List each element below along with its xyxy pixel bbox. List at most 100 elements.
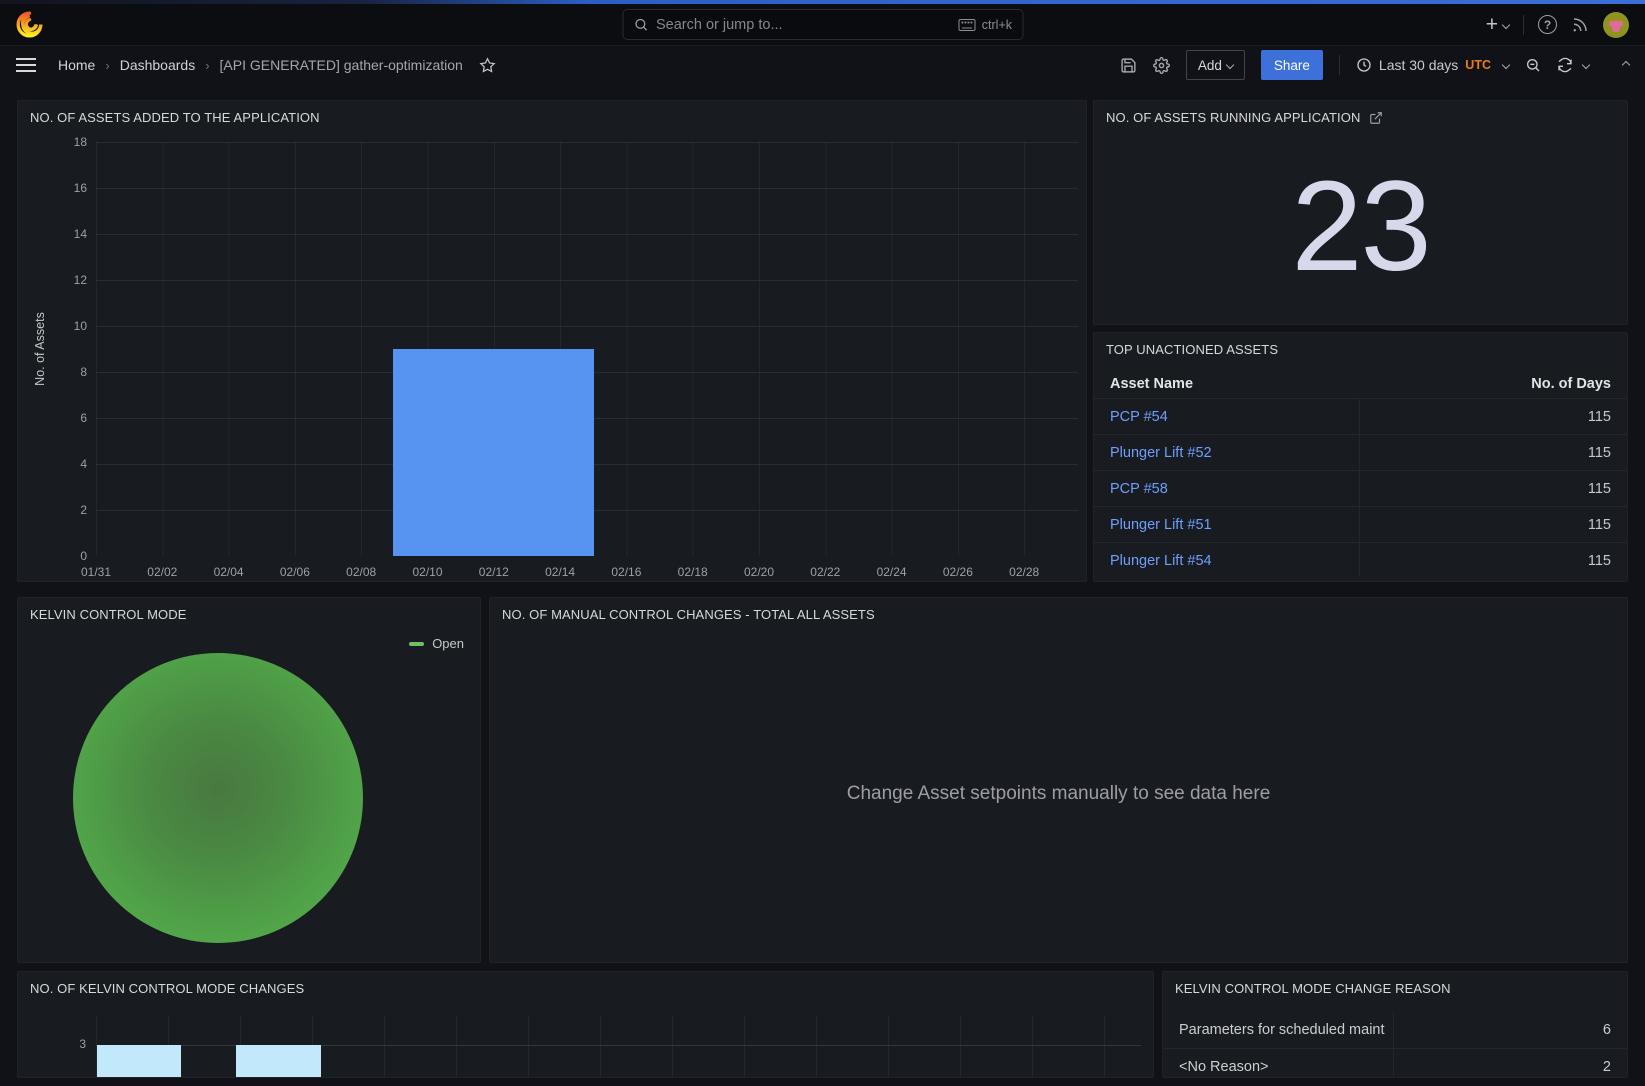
reason-label: <No Reason> — [1179, 1059, 1268, 1075]
x-tick: 02/28 — [1009, 565, 1039, 579]
bar-assets-added[interactable] — [393, 349, 594, 556]
x-tick: 01/31 — [81, 565, 111, 579]
legend-item-open[interactable]: Open — [409, 636, 464, 651]
panel-title[interactable]: KELVIN CONTROL MODE — [30, 607, 186, 622]
x-tick: 02/26 — [943, 565, 973, 579]
table-row: Plunger Lift #51 115 — [1094, 506, 1627, 542]
panel-title[interactable]: KELVIN CONTROL MODE CHANGE REASON — [1175, 981, 1451, 996]
x-tick: 02/18 — [678, 565, 708, 579]
bar-mode-changes[interactable] — [236, 1045, 321, 1077]
refresh-interval-chevron[interactable] — [1582, 61, 1590, 69]
table-row: <No Reason> 2 — [1163, 1048, 1627, 1078]
clock-icon — [1356, 57, 1372, 73]
bar-chart-plot: 18 16 14 12 10 8 6 4 2 0 01/31 02/02 02/… — [96, 142, 1078, 556]
y-tick: 16 — [74, 181, 87, 195]
legend-color-swatch — [409, 642, 424, 646]
days-value: 115 — [1588, 445, 1611, 461]
asset-link[interactable]: Plunger Lift #54 — [1110, 553, 1212, 569]
panel-kelvin-control-mode: KELVIN CONTROL MODE Open — [17, 597, 481, 963]
y-tick: 12 — [74, 273, 87, 287]
search-icon — [633, 17, 648, 32]
breadcrumb: Home › Dashboards › [API GENERATED] gath… — [58, 57, 496, 74]
legend-label: Open — [432, 636, 464, 651]
y-tick: 8 — [80, 365, 87, 379]
x-tick: 02/12 — [479, 565, 509, 579]
new-button[interactable]: + — [1486, 13, 1509, 37]
nav-divider — [1523, 15, 1524, 35]
search-shortcut-label: ctrl+k — [982, 18, 1012, 32]
panel-title[interactable]: NO. OF ASSETS RUNNING APPLICATION — [1106, 110, 1383, 125]
reason-count: 6 — [1603, 1022, 1611, 1038]
panel-title[interactable]: TOP UNACTIONED ASSETS — [1106, 342, 1278, 357]
y-tick: 4 — [80, 457, 87, 471]
panel-kelvin-mode-changes: NO. OF KELVIN CONTROL MODE CHANGES 3 — [17, 971, 1154, 1078]
breadcrumb-dashboards[interactable]: Dashboards — [120, 57, 196, 73]
y-tick: 18 — [74, 135, 87, 149]
star-icon[interactable] — [479, 57, 496, 74]
table-body: Parameters for scheduled maint 6 <No Rea… — [1163, 1012, 1627, 1078]
panel-change-reason: KELVIN CONTROL MODE CHANGE REASON Parame… — [1162, 971, 1628, 1078]
table-row: Parameters for scheduled maint 6 — [1163, 1012, 1627, 1048]
table-row: PCP #58 115 — [1094, 470, 1627, 506]
y-tick: 3 — [79, 1037, 86, 1051]
avatar-figure — [1609, 21, 1623, 26]
x-tick: 02/24 — [877, 565, 907, 579]
dashboard-toolbar: Home › Dashboards › [API GENERATED] gath… — [0, 46, 1645, 84]
news-icon[interactable] — [1571, 16, 1589, 34]
pie-chart-open-slice[interactable] — [73, 653, 363, 943]
bar-mode-changes[interactable] — [97, 1045, 181, 1077]
refresh-icon[interactable] — [1557, 57, 1573, 73]
table-row: Plunger Lift #52 115 — [1094, 434, 1627, 470]
days-value: 115 — [1588, 553, 1611, 569]
days-value: 115 — [1588, 517, 1611, 533]
table-row: PCP #54 115 — [1094, 398, 1627, 434]
zoom-out-icon[interactable] — [1525, 57, 1541, 73]
x-tick: 02/16 — [611, 565, 641, 579]
table-header: Asset Name No. of Days — [1094, 369, 1627, 398]
top-navbar: ctrl+k + ? — [0, 4, 1645, 46]
asset-link[interactable]: Plunger Lift #51 — [1110, 517, 1212, 533]
panel-title[interactable]: NO. OF ASSETS ADDED TO THE APPLICATION — [30, 110, 320, 125]
user-avatar[interactable] — [1603, 12, 1629, 38]
x-tick: 02/20 — [744, 565, 774, 579]
x-tick: 02/08 — [346, 565, 376, 579]
breadcrumb-current: [API GENERATED] gather-optimization — [220, 57, 463, 73]
external-link-icon[interactable] — [1369, 111, 1383, 125]
asset-link[interactable]: PCP #58 — [1110, 481, 1168, 497]
search-input[interactable] — [656, 17, 951, 33]
help-icon[interactable]: ? — [1538, 15, 1557, 34]
reason-label: Parameters for scheduled maint — [1179, 1022, 1385, 1038]
table-body: PCP #54 115 Plunger Lift #52 115 PCP #58… — [1094, 398, 1627, 578]
keyboard-icon — [959, 19, 976, 31]
asset-link[interactable]: PCP #54 — [1110, 409, 1168, 425]
stat-value: 23 — [1094, 139, 1627, 314]
global-search: ctrl+k — [622, 9, 1023, 40]
panel-assets-running: NO. OF ASSETS RUNNING APPLICATION 23 — [1093, 100, 1628, 325]
no-data-message: Change Asset setpoints manually to see d… — [490, 598, 1627, 962]
column-no-of-days[interactable]: No. of Days — [1531, 376, 1611, 392]
days-value: 115 — [1588, 409, 1611, 425]
x-tick: 02/22 — [810, 565, 840, 579]
panel-title-text: NO. OF ASSETS RUNNING APPLICATION — [1106, 110, 1360, 125]
asset-link[interactable]: Plunger Lift #52 — [1110, 445, 1212, 461]
x-tick: 02/06 — [280, 565, 310, 579]
y-tick: 6 — [80, 411, 87, 425]
menu-icon[interactable] — [16, 58, 36, 72]
share-button[interactable]: Share — [1261, 50, 1323, 80]
add-button[interactable]: Add — [1186, 50, 1245, 80]
breadcrumb-separator: › — [105, 58, 109, 73]
gear-icon[interactable] — [1153, 57, 1170, 74]
save-icon[interactable] — [1120, 57, 1137, 74]
x-tick: 02/02 — [147, 565, 177, 579]
y-tick: 10 — [74, 319, 87, 333]
days-value: 115 — [1588, 481, 1611, 497]
column-asset-name[interactable]: Asset Name — [1110, 376, 1193, 392]
y-axis-label: No. of Assets — [33, 312, 47, 386]
collapse-toolbar-icon[interactable] — [1622, 61, 1630, 69]
breadcrumb-home[interactable]: Home — [58, 57, 95, 73]
panel-title[interactable]: NO. OF KELVIN CONTROL MODE CHANGES — [30, 981, 304, 996]
y-tick: 14 — [74, 227, 87, 241]
y-tick: 0 — [80, 549, 87, 563]
time-range-picker[interactable]: Last 30 days UTC — [1356, 57, 1509, 73]
grafana-logo[interactable] — [16, 11, 43, 38]
